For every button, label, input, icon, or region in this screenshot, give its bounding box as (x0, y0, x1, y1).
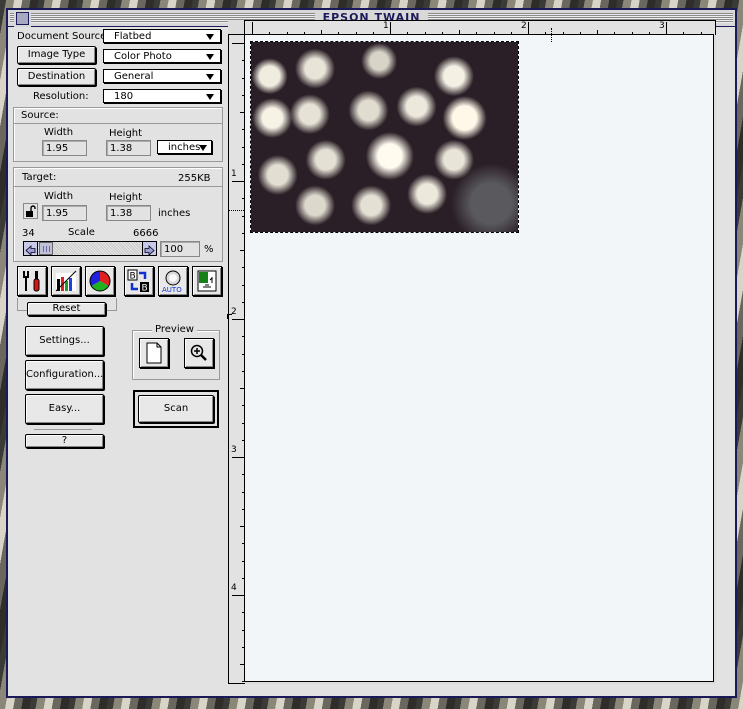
source-units-select[interactable]: inches (157, 140, 212, 154)
settings-button[interactable]: Settings... (25, 326, 104, 356)
selection-marquee[interactable] (250, 41, 519, 233)
document-source-select[interactable]: Flatbed (103, 29, 221, 43)
zoom-preview-icon (190, 344, 207, 361)
image-type-value: Color Photo (114, 51, 172, 62)
scale-max-label: 6666 (133, 228, 159, 239)
horizontal-ruler-label: 1 (383, 21, 389, 31)
full-preview-button[interactable] (139, 338, 169, 368)
source-heading: Source: (21, 110, 59, 121)
resolution-label: Resolution: (33, 91, 89, 102)
preview-label: Preview (152, 324, 197, 335)
destination-value: General (114, 71, 154, 82)
help-button[interactable]: ? (25, 434, 104, 448)
image-controls-button[interactable]: B B (124, 266, 154, 296)
chevron-down-icon (199, 145, 207, 151)
source-units-value: inches (168, 142, 201, 153)
close-box[interactable] (16, 12, 29, 25)
vertical-ruler: 1234 (228, 34, 245, 684)
auto-exposure-icon: AUTO (162, 270, 182, 293)
auto-exposure-button[interactable]: AUTO (158, 266, 188, 296)
scale-decrease-button[interactable] (24, 242, 38, 256)
target-height-label: Height (109, 192, 143, 203)
tone-settings-button[interactable] (17, 266, 47, 296)
target-width-label: Width (44, 191, 74, 202)
threshold-icon (197, 270, 217, 292)
configuration-button[interactable]: Configuration... (25, 360, 104, 390)
target-width-field[interactable]: 1.95 (42, 205, 87, 221)
vertical-ruler-label: 1 (231, 169, 237, 179)
horizontal-ruler: 1 2 3 (244, 20, 716, 35)
target-divider (14, 186, 222, 187)
document-source-value: Flatbed (114, 31, 152, 42)
source-width-field[interactable]: 1.95 (42, 140, 87, 156)
color-wheel-icon (89, 270, 111, 292)
svg-text:B: B (142, 284, 148, 294)
destination-select[interactable]: General (103, 69, 221, 83)
target-file-size: 255KB (178, 173, 211, 184)
aspect-lock-button[interactable] (23, 203, 38, 219)
unlocked-padlock-icon (26, 205, 36, 217)
color-adjust-button[interactable] (85, 266, 115, 296)
svg-text:AUTO: AUTO (162, 286, 182, 293)
target-height-field[interactable]: 1.38 (106, 205, 151, 221)
target-units-label: inches (158, 208, 191, 219)
target-heading: Target: (22, 172, 57, 183)
source-height-label: Height (109, 128, 143, 139)
easy-button[interactable]: Easy... (25, 394, 104, 424)
vertical-ruler-label: 3 (231, 445, 237, 455)
zoom-preview-button[interactable] (184, 338, 214, 368)
wrench-screwdriver-icon (23, 271, 40, 292)
source-width-label: Width (44, 127, 74, 138)
scale-slider-thumb[interactable] (39, 242, 53, 255)
scale-label: Scale (68, 227, 95, 238)
vertical-ruler-label: 4 (231, 583, 237, 593)
vertical-ruler-corner-marker (227, 314, 232, 319)
destination-button[interactable]: Destination (17, 68, 96, 86)
chevron-down-icon (206, 74, 214, 80)
resolution-select[interactable]: 180 (103, 89, 221, 103)
page-preview-icon (146, 342, 162, 364)
resolution-value: 180 (114, 91, 134, 102)
svg-text:B: B (130, 272, 136, 282)
scan-button[interactable]: Scan (138, 395, 214, 423)
source-divider (14, 123, 222, 124)
histogram-color-icon (55, 270, 77, 292)
chevron-down-icon (206, 54, 214, 60)
source-height-field[interactable]: 1.38 (106, 140, 151, 156)
help-divider (34, 429, 92, 430)
arrow-left-icon (25, 245, 36, 256)
histogram-button[interactable] (51, 266, 81, 296)
image-type-select[interactable]: Color Photo (103, 49, 221, 63)
reset-button[interactable]: Reset (27, 302, 106, 316)
document-source-label: Document Source: (17, 31, 110, 42)
chevron-down-icon (206, 94, 214, 100)
scale-increase-button[interactable] (142, 242, 156, 256)
vertical-ruler-marker (229, 210, 244, 211)
scan-button-frame: Scan (133, 390, 219, 428)
image-swap-icon: B B (127, 269, 149, 294)
scale-slider[interactable] (23, 241, 157, 256)
scale-percent-sign: % (204, 244, 214, 255)
image-type-button[interactable]: Image Type (17, 46, 96, 64)
scale-percent-field[interactable]: 100 (160, 241, 200, 257)
threshold-button[interactable] (192, 266, 222, 296)
chevron-down-icon (206, 34, 214, 40)
arrow-right-icon (144, 245, 155, 256)
horizontal-ruler-marker (551, 28, 552, 42)
horizontal-ruler-label: 3 (659, 21, 665, 31)
scale-min-label: 34 (22, 228, 35, 239)
horizontal-ruler-label: 2 (521, 21, 527, 31)
